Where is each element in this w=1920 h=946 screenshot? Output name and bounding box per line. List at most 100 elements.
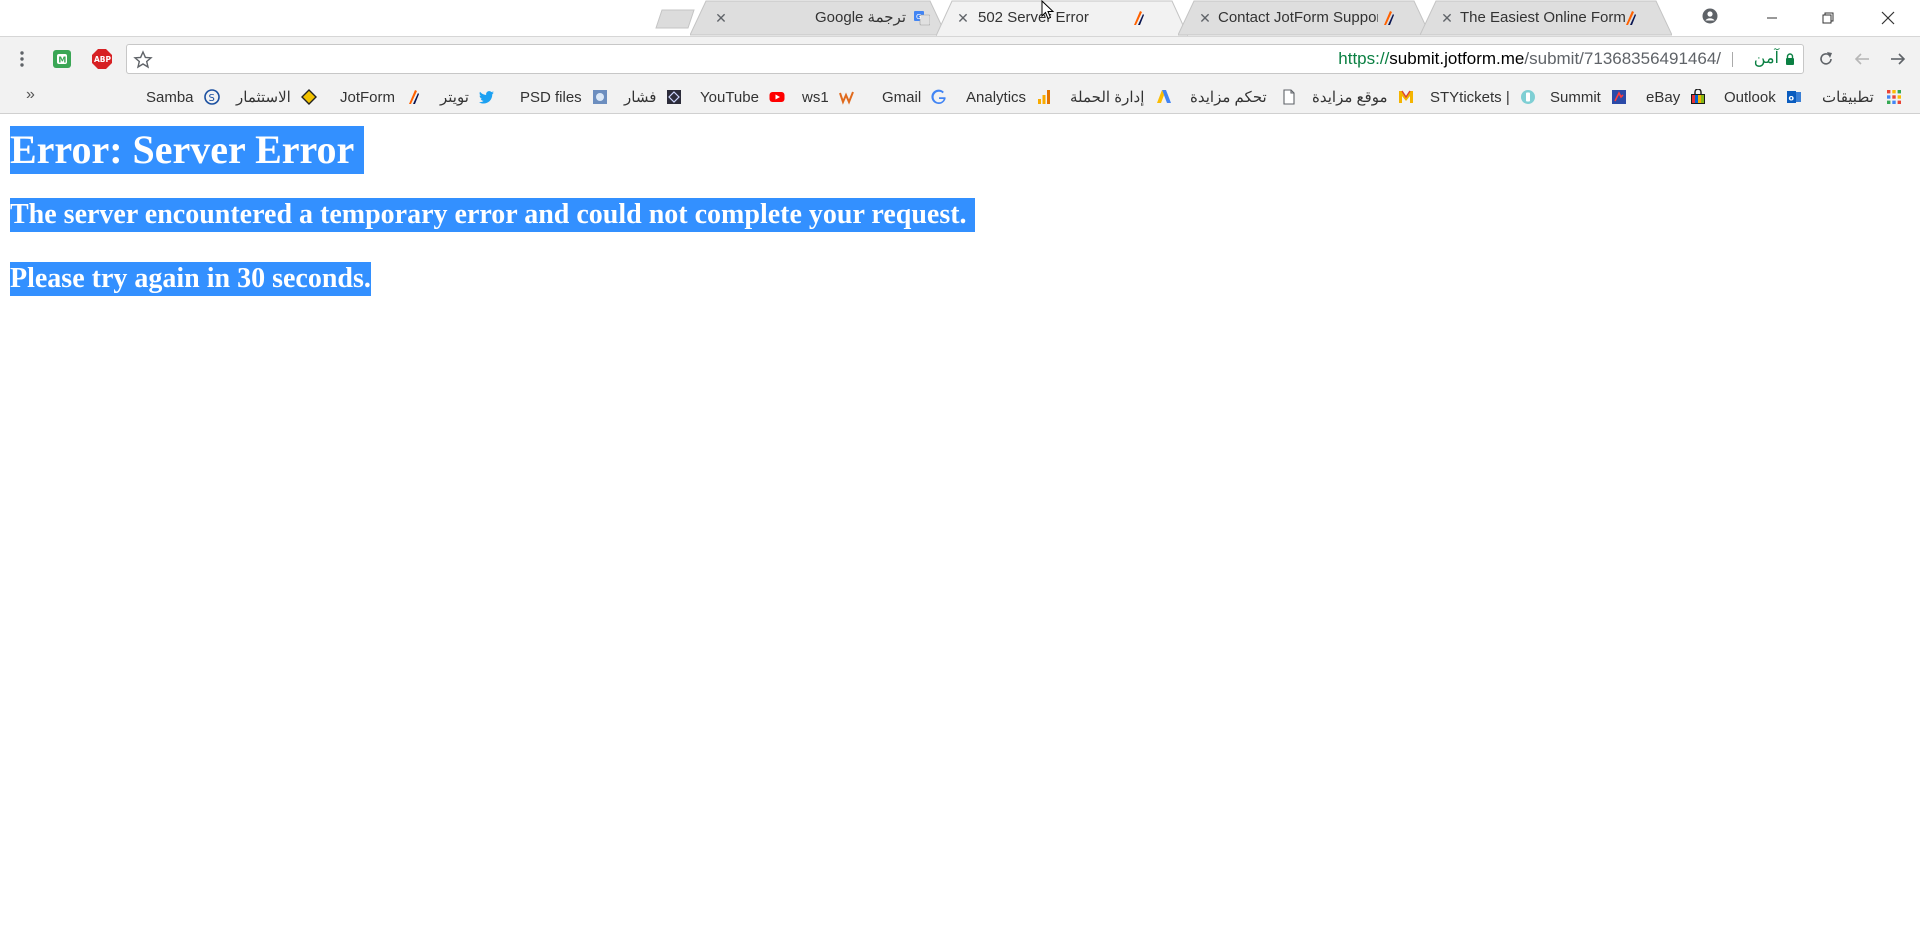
star-icon[interactable] — [133, 50, 153, 70]
bookmark-label: JotForm — [340, 88, 396, 106]
bookmarks-overflow-button[interactable]: » — [26, 86, 35, 104]
bookmark-outlook[interactable]: Outlook o — [1724, 80, 1802, 114]
close-icon[interactable]: ✕ — [712, 9, 730, 27]
jotform-icon — [409, 90, 420, 104]
bookmark-samba[interactable]: Samba S — [146, 80, 220, 114]
bookmark-label: Samba — [146, 88, 194, 106]
lock-icon[interactable] — [1785, 53, 1795, 65]
restore-button[interactable] — [1800, 0, 1856, 36]
bookmark-label: إدارة الحملة — [1070, 89, 1145, 106]
bookmark-jotform[interactable]: JotForm — [340, 80, 421, 114]
url-text[interactable]: https://submit.jotform.me/submit/7136835… — [1338, 45, 1721, 73]
bookmark-investment[interactable]: الاستثمار — [236, 80, 317, 114]
close-icon[interactable]: ✕ — [1196, 9, 1214, 27]
svg-text:M: M — [58, 56, 66, 65]
profile-button[interactable] — [1688, 0, 1732, 32]
tab-easiest-online-form[interactable]: ✕ The Easiest Online Form — [1420, 0, 1672, 36]
tab-502-server-error[interactable]: ✕ 502 Server Error — [936, 0, 1188, 36]
google-icon — [931, 89, 946, 105]
apps-grid-icon — [1886, 90, 1901, 104]
tab-title: The Easiest Online Form — [1460, 9, 1626, 26]
bookmark-label: STYtickets | — [1430, 88, 1510, 106]
menu-button[interactable] — [8, 45, 36, 73]
outlook-icon: o — [1786, 91, 1801, 103]
security-label[interactable]: آمن — [1754, 45, 1779, 73]
bookmark-bid-site[interactable]: موقع مزايدة — [1312, 80, 1414, 114]
bookmark-apps[interactable]: تطبيقات — [1822, 80, 1902, 114]
bookmark-label: Gmail — [882, 88, 922, 106]
analytics-icon — [1038, 90, 1051, 104]
tab-title: ترجمة Google — [815, 9, 906, 26]
address-bar[interactable]: https://submit.jotform.me/submit/7136835… — [126, 44, 1804, 74]
adwords-icon — [1157, 90, 1172, 103]
error-message: The server encountered a temporary error… — [10, 198, 975, 232]
bookmark-label: Analytics — [966, 88, 1027, 106]
bookmarks-bar: » Samba S الاستثمار JotForm تويتر PSD fi… — [0, 80, 1920, 114]
minimize-button[interactable] — [1744, 0, 1800, 36]
more-vert-icon — [20, 51, 24, 67]
fashar-icon — [667, 90, 682, 104]
bookmark-label: Summit — [1550, 88, 1601, 106]
url-path: /submit/71368356491464/ — [1524, 49, 1721, 68]
bookmark-label: YouTube — [700, 88, 759, 106]
tab-google-translate[interactable]: ✕ ترجمة Google G — [690, 0, 946, 36]
page-content: Error: Server Error The server encounter… — [0, 114, 1920, 946]
ws1-icon — [838, 91, 854, 105]
bookmark-ws1[interactable]: ws1 — [802, 80, 855, 114]
adblock-button[interactable]: ABP — [88, 45, 116, 73]
tab-contact-jotform[interactable]: ✕ Contact JotForm Support — [1178, 0, 1430, 36]
bookmark-label: تويتر — [440, 89, 469, 106]
arrow-right-icon — [1891, 53, 1906, 65]
bookmark-twitter[interactable]: تويتر — [440, 80, 495, 114]
close-icon[interactable]: ✕ — [954, 9, 972, 27]
url-host: submit.jotform.me — [1389, 49, 1525, 68]
forward-button[interactable] — [1884, 45, 1912, 73]
bookmark-bid-control[interactable]: تحكم مزايدة — [1190, 80, 1297, 114]
bookmark-psd-files[interactable]: PSD files — [520, 80, 608, 114]
psd-icon — [592, 90, 607, 104]
omnibox-separator — [1732, 52, 1733, 67]
bookmark-label: تحكم مزايدة — [1190, 89, 1267, 106]
reload-button[interactable] — [1812, 45, 1840, 73]
jotform-icon — [1384, 11, 1394, 25]
minimize-icon — [1767, 17, 1777, 19]
bookmark-label: Outlook — [1724, 88, 1776, 106]
reload-icon — [1820, 52, 1832, 65]
close-icon[interactable]: ✕ — [1438, 9, 1456, 27]
bookmark-youtube[interactable]: YouTube — [700, 80, 785, 114]
svg-text:ABP: ABP — [94, 55, 112, 64]
abp-icon: ABP — [92, 49, 112, 69]
back-button[interactable] — [1848, 45, 1876, 73]
close-window-button[interactable] — [1860, 0, 1916, 36]
tab-strip: ✕ ترجمة Google G ✕ 502 Server Error ✕ Co… — [0, 0, 1920, 36]
tab-title: 502 Server Error — [978, 9, 1089, 26]
person-icon — [1702, 8, 1718, 24]
error-heading: Error: Server Error — [10, 126, 365, 174]
bookmark-analytics[interactable]: Analytics — [966, 80, 1052, 114]
svg-text:o: o — [1788, 94, 1794, 103]
bookmark-campaign-management[interactable]: إدارة الحملة — [1070, 80, 1172, 114]
m-icon — [1398, 90, 1413, 103]
bookmark-label: الاستثمار — [236, 89, 291, 106]
bookmark-summit[interactable]: Summit — [1550, 80, 1627, 114]
bookmark-gmail[interactable]: Gmail — [882, 80, 947, 114]
diamond-icon — [300, 89, 317, 105]
bookmark-label: ws1 — [802, 88, 829, 106]
bookmark-label: موقع مزايدة — [1312, 89, 1388, 106]
extension-shield-icon: M — [53, 50, 71, 68]
tab-title: Contact JotForm Support — [1218, 9, 1378, 26]
youtube-icon — [769, 92, 785, 102]
jotform-icon — [1626, 11, 1636, 25]
ebay-icon — [1691, 89, 1706, 104]
close-icon — [1881, 11, 1895, 25]
bookmark-label: PSD files — [520, 88, 582, 106]
stytickets-icon — [1520, 90, 1535, 104]
retry-message: Please try again in 30 seconds. — [10, 262, 371, 296]
bookmark-stytickets[interactable]: STYtickets | — [1430, 80, 1536, 114]
bookmark-ebay[interactable]: eBay — [1646, 80, 1706, 114]
page-icon — [1283, 89, 1295, 105]
bookmark-label: تطبيقات — [1822, 89, 1874, 106]
bookmark-fashar[interactable]: فشار — [624, 80, 682, 114]
mouse-cursor-icon — [1041, 0, 1055, 20]
extension-button[interactable]: M — [48, 45, 76, 73]
